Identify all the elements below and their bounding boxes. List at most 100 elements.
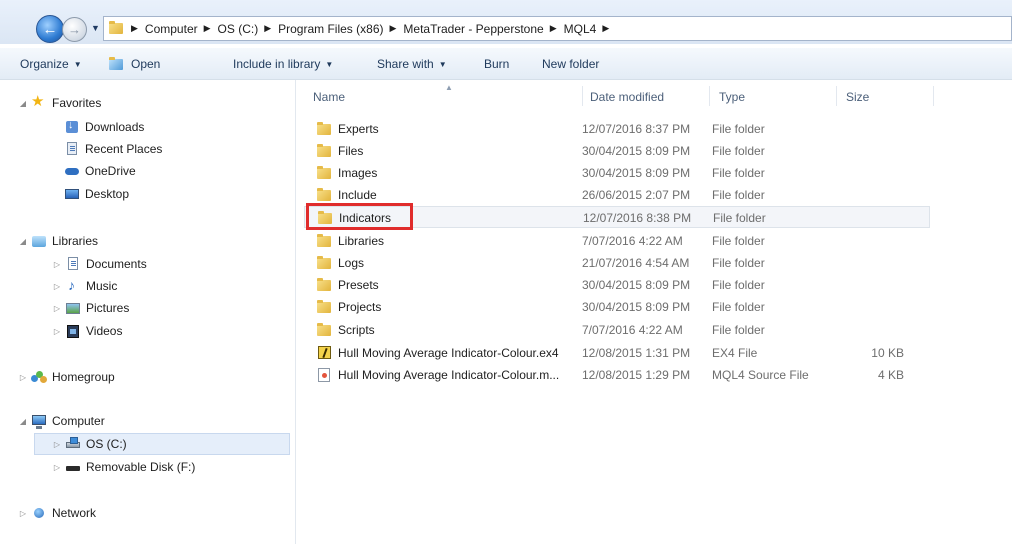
- expand-icon[interactable]: ▷: [52, 327, 62, 336]
- breadcrumb-os-c[interactable]: ▶ OS (C:): [204, 22, 259, 36]
- expand-icon[interactable]: ▷: [18, 373, 28, 382]
- forward-arrow-icon[interactable]: →: [62, 17, 87, 42]
- address-row: ← → ▼ ▶ Computer ▶ OS (C:) ▶ Program Files …: [0, 0, 1012, 44]
- expand-icon[interactable]: ▷: [18, 509, 28, 518]
- expand-icon[interactable]: ▷: [52, 282, 62, 291]
- file-date: 12/07/2016 8:38 PM: [583, 211, 692, 225]
- nav-label: Music: [86, 279, 118, 293]
- expand-icon[interactable]: ▷: [52, 440, 62, 449]
- organize-button[interactable]: Organize ▼: [20, 57, 82, 71]
- column-header-date[interactable]: Date modified: [590, 90, 664, 104]
- column-divider[interactable]: [836, 86, 837, 106]
- file-type: File folder: [712, 256, 765, 270]
- recent-pages-dropdown-icon[interactable]: ▼: [91, 23, 100, 33]
- nav-item-pictures[interactable]: ▷ Pictures: [52, 301, 129, 315]
- navigation-pane[interactable]: ◢★Favorites Downloads Recent Places OneD…: [0, 80, 296, 544]
- breadcrumb-metatrader[interactable]: ▶ MetaTrader - Pepperstone: [389, 22, 543, 36]
- nav-item-videos[interactable]: ▷ Videos: [52, 324, 122, 338]
- file-type: File folder: [712, 278, 765, 292]
- file-name[interactable]: Hull Moving Average Indicator-Colour.m..…: [316, 368, 559, 382]
- nav-item-documents[interactable]: ▷ Documents: [52, 257, 147, 271]
- breadcrumb-label: MetaTrader - Pepperstone: [403, 21, 544, 36]
- table-row[interactable]: Experts 12/07/2016 8:37 PM File folder: [304, 118, 930, 140]
- table-row[interactable]: Presets 30/04/2015 8:09 PM File folder: [304, 274, 930, 296]
- nav-item-os-c[interactable]: ▷ OS (C:): [34, 433, 290, 455]
- new-folder-button[interactable]: New folder: [542, 57, 599, 71]
- back-arrow-icon[interactable]: ←: [36, 15, 64, 43]
- breadcrumb-mql4[interactable]: ▶ MQL4: [550, 22, 597, 36]
- column-divider[interactable]: [709, 86, 710, 106]
- table-row[interactable]: Logs 21/07/2016 4:54 AM File folder: [304, 252, 930, 274]
- share-with-button[interactable]: Share with ▼: [377, 57, 447, 71]
- file-name[interactable]: Hull Moving Average Indicator-Colour.ex4: [316, 346, 559, 360]
- file-name[interactable]: Scripts: [316, 323, 375, 337]
- nav-item-removable-disk[interactable]: ▷ Removable Disk (F:): [52, 460, 195, 474]
- file-name[interactable]: Presets: [316, 278, 379, 292]
- file-name[interactable]: Libraries: [316, 234, 384, 248]
- column-divider[interactable]: [582, 86, 583, 106]
- nav-item-music[interactable]: ▷ ♪ Music: [52, 277, 118, 293]
- file-date: 21/07/2016 4:54 AM: [582, 256, 690, 270]
- column-header-name[interactable]: Name: [313, 90, 345, 104]
- nav-homegroup[interactable]: ▷ Homegroup: [20, 370, 115, 384]
- file-date: 30/04/2015 8:09 PM: [582, 278, 691, 292]
- table-row[interactable]: Libraries 7/07/2016 4:22 AM File folder: [304, 230, 930, 252]
- table-row[interactable]: Images 30/04/2015 8:09 PM File folder: [304, 162, 930, 184]
- file-date: 12/08/2015 1:31 PM: [582, 346, 691, 360]
- address-bar[interactable]: ▶ Computer ▶ OS (C:) ▶ Program Files (x86) …: [103, 16, 1012, 41]
- table-row[interactable]: Scripts 7/07/2016 4:22 AM File folder: [304, 319, 930, 341]
- breadcrumb-expand-icon[interactable]: ▶: [602, 23, 616, 34]
- table-row[interactable]: Files 30/04/2015 8:09 PM File folder: [304, 140, 930, 162]
- file-name[interactable]: Logs: [316, 256, 364, 270]
- music-icon: ♪: [68, 277, 75, 293]
- chevron-down-icon: ▼: [325, 59, 334, 69]
- column-header-type[interactable]: Type: [719, 90, 745, 104]
- nav-libraries[interactable]: ◢ Libraries: [20, 234, 98, 248]
- nav-favorites[interactable]: ◢ ★ Favorites: [20, 94, 101, 111]
- open-button[interactable]: Open: [108, 57, 160, 71]
- video-icon: [65, 324, 81, 338]
- table-row[interactable]: Hull Moving Average Indicator-Colour.m..…: [304, 364, 930, 386]
- file-name[interactable]: Include: [316, 188, 377, 202]
- collapse-icon[interactable]: ◢: [18, 237, 28, 246]
- file-name[interactable]: Files: [316, 144, 363, 158]
- downloads-icon: [64, 119, 80, 134]
- collapse-icon[interactable]: ◢: [18, 417, 28, 426]
- nav-item-onedrive[interactable]: OneDrive: [64, 164, 136, 178]
- nav-item-desktop[interactable]: Desktop: [64, 187, 129, 201]
- file-type: EX4 File: [712, 346, 758, 360]
- burn-button[interactable]: Burn: [484, 57, 509, 71]
- include-in-library-button[interactable]: Include in library ▼: [233, 57, 333, 71]
- folder-icon: [316, 256, 332, 270]
- folder-icon: [316, 188, 332, 202]
- file-type: File folder: [712, 234, 765, 248]
- nav-computer[interactable]: ◢ Computer: [20, 414, 105, 429]
- expand-icon[interactable]: ▷: [52, 260, 62, 269]
- nav-item-downloads[interactable]: Downloads: [64, 119, 144, 134]
- folder-icon: [316, 122, 332, 136]
- expand-icon[interactable]: ▷: [52, 463, 62, 472]
- breadcrumb-program-files[interactable]: ▶ Program Files (x86): [264, 22, 383, 36]
- file-name-label: Hull Moving Average Indicator-Colour.m..…: [338, 368, 560, 382]
- file-size: 4 KB: [877, 368, 904, 382]
- column-header-size[interactable]: Size: [846, 90, 869, 104]
- breadcrumb-label: Computer: [144, 21, 198, 36]
- drive-icon: [65, 437, 81, 451]
- table-row[interactable]: Projects 30/04/2015 8:09 PM File folder: [304, 296, 930, 318]
- expand-icon[interactable]: ▷: [52, 304, 62, 313]
- folder-icon: [316, 323, 332, 337]
- file-name-label: Experts: [338, 122, 379, 136]
- column-divider[interactable]: [933, 86, 934, 106]
- table-row[interactable]: Hull Moving Average Indicator-Colour.ex4…: [304, 342, 930, 364]
- collapse-icon[interactable]: ◢: [18, 99, 28, 108]
- nav-label: Pictures: [86, 301, 130, 315]
- nav-item-recent-places[interactable]: Recent Places: [64, 142, 162, 156]
- file-name[interactable]: Experts: [316, 122, 379, 136]
- file-name[interactable]: Projects: [316, 300, 381, 314]
- nav-network[interactable]: ▷ Network: [20, 506, 96, 520]
- file-list[interactable]: ▲ Name Date modified Type Size Experts 12…: [296, 80, 1012, 544]
- folder-icon: [108, 21, 125, 36]
- nav-label: Homegroup: [52, 370, 115, 384]
- file-name[interactable]: Images: [316, 166, 377, 180]
- breadcrumb-computer[interactable]: ▶ Computer: [131, 22, 198, 36]
